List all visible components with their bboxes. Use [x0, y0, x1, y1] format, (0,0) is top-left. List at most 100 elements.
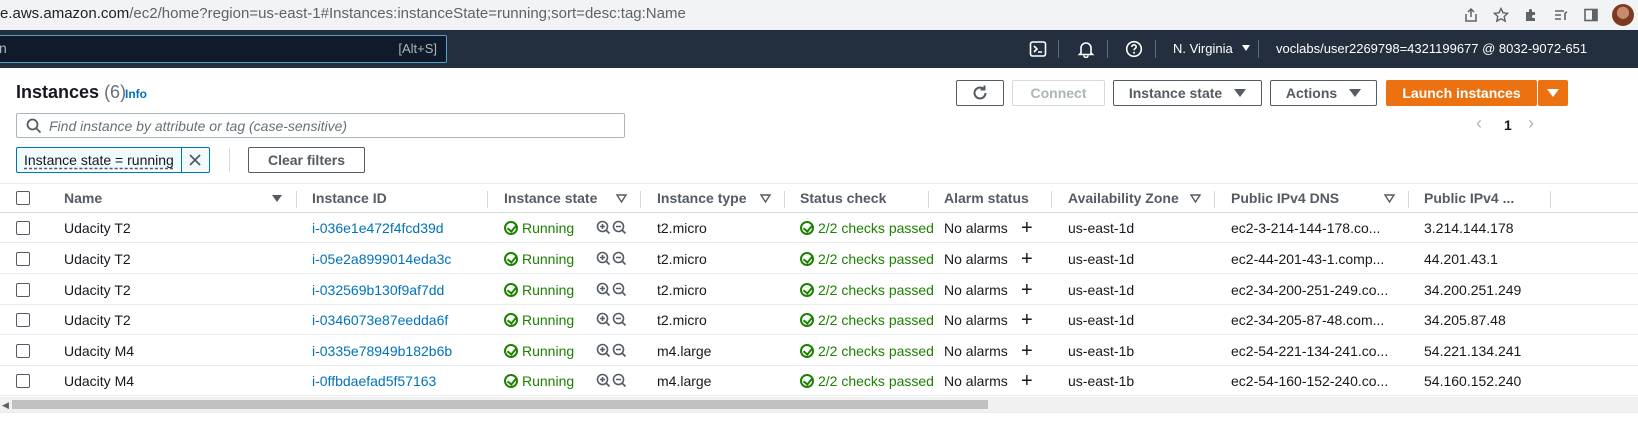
column-resizer[interactable]	[296, 191, 297, 208]
help-icon[interactable]	[1123, 38, 1145, 60]
filter-token-label[interactable]: Instance state = running	[17, 148, 182, 172]
region-selector[interactable]: N. Virginia	[1173, 41, 1251, 56]
status-check-text: 2/2 checks passed	[818, 282, 934, 298]
search-input[interactable]: n [Alt+S]	[0, 35, 447, 63]
column-header-availability-zone[interactable]: Availability Zone	[1068, 190, 1179, 206]
aws-top-nav: n [Alt+S] N. Virginia voclabs/user226979…	[0, 30, 1638, 68]
instance-count: (6)	[104, 82, 127, 102]
column-header-name[interactable]: Name	[64, 190, 102, 206]
table-row[interactable]: Udacity M4 i-0335e78949b182b6b Running m…	[0, 336, 1638, 366]
instance-state-text: Running	[522, 373, 575, 389]
column-header-status-check[interactable]: Status check	[800, 190, 886, 206]
account-menu[interactable]: voclabs/user2269798=4321199677 @ 8032-90…	[1276, 41, 1587, 56]
column-resizer[interactable]	[1214, 191, 1215, 208]
zoom-in-out-icon[interactable]	[596, 343, 630, 359]
reading-list-icon[interactable]	[1546, 0, 1576, 30]
cell-instance-type: t2.micro	[657, 220, 707, 236]
cell-instance-id-link[interactable]: i-032569b130f9af7dd	[312, 282, 444, 298]
column-resizer[interactable]	[1408, 191, 1409, 208]
actions-dropdown[interactable]: Actions	[1270, 80, 1377, 106]
column-resizer[interactable]	[784, 191, 785, 208]
previous-page-icon[interactable]: ‹	[1476, 113, 1482, 134]
info-link[interactable]: Info	[125, 87, 147, 101]
column-resizer[interactable]	[928, 191, 929, 208]
row-checkbox[interactable]	[16, 283, 30, 297]
clear-filters-button[interactable]: Clear filters	[248, 147, 365, 173]
add-alarm-plus-icon[interactable]: +	[1021, 341, 1033, 361]
zoom-in-out-icon[interactable]	[596, 282, 630, 298]
browser-address-bar[interactable]: e.aws.amazon.com/ec2/home?region=us-east…	[0, 0, 1638, 30]
sort-desc-icon[interactable]	[272, 195, 282, 202]
row-checkbox[interactable]	[16, 313, 30, 327]
add-alarm-plus-icon[interactable]: +	[1021, 310, 1033, 330]
url-host: e.aws.amazon.com	[0, 5, 130, 22]
add-alarm-plus-icon[interactable]: +	[1021, 249, 1033, 269]
cell-instance-id-link[interactable]: i-05e2a8999014eda3c	[312, 251, 451, 267]
sort-icon[interactable]	[760, 194, 771, 203]
column-header-alarm-status[interactable]: Alarm status	[944, 190, 1029, 206]
column-header-public-ipv4[interactable]: Public IPv4 ...	[1424, 190, 1514, 206]
filter-token[interactable]: Instance state = running	[16, 147, 210, 173]
page-number[interactable]: 1	[1504, 117, 1512, 133]
instance-state-dropdown[interactable]: Instance state	[1113, 80, 1262, 106]
cell-instance-state: Running	[504, 373, 574, 389]
column-resizer[interactable]	[1051, 191, 1052, 208]
caret-down-icon	[1547, 89, 1559, 97]
notifications-bell-icon[interactable]	[1075, 38, 1097, 60]
scroll-left-arrow-icon[interactable]: ◀	[2, 400, 9, 411]
share-icon[interactable]	[1456, 0, 1486, 30]
instance-state-text: Running	[522, 251, 575, 267]
connect-button[interactable]: Connect	[1012, 80, 1105, 106]
horizontal-scrollbar[interactable]: ◀	[0, 397, 1638, 412]
sort-icon[interactable]	[1190, 194, 1201, 203]
row-checkbox[interactable]	[16, 221, 30, 235]
row-checkbox[interactable]	[16, 344, 30, 358]
refresh-button[interactable]	[956, 80, 1004, 106]
column-header-instance-id[interactable]: Instance ID	[312, 190, 387, 206]
zoom-in-out-icon[interactable]	[596, 251, 630, 267]
cloudshell-icon[interactable]	[1027, 38, 1049, 60]
cell-instance-id-link[interactable]: i-0335e78949b182b6b	[312, 343, 452, 359]
table-row[interactable]: Udacity T2 i-032569b130f9af7dd Running t…	[0, 275, 1638, 305]
zoom-in-out-icon[interactable]	[596, 312, 630, 328]
scrollbar-thumb[interactable]	[12, 400, 988, 409]
url-text[interactable]: e.aws.amazon.com/ec2/home?region=us-east…	[0, 5, 686, 22]
instance-filter-input[interactable]: Find instance by attribute or tag (case-…	[16, 113, 625, 138]
sort-icon[interactable]	[616, 194, 627, 203]
column-header-instance-state[interactable]: Instance state	[504, 190, 597, 206]
cell-instance-id-link[interactable]: i-0ffbdaefad5f57163	[312, 373, 436, 389]
table-row[interactable]: Udacity M4 i-0ffbdaefad5f57163 Running m…	[0, 366, 1638, 396]
table-row[interactable]: Udacity T2 i-05e2a8999014eda3c Running t…	[0, 244, 1638, 274]
cell-public-ipv4: 34.200.251.249	[1424, 282, 1522, 298]
add-alarm-plus-icon[interactable]: +	[1021, 218, 1033, 238]
next-page-icon[interactable]: ›	[1528, 113, 1534, 134]
table-row[interactable]: Udacity T2 i-036e1e472f4fcd39d Running t…	[0, 213, 1638, 243]
launch-instances-button[interactable]: Launch instances	[1386, 80, 1537, 106]
nav-divider	[1058, 40, 1059, 58]
cell-alarm-status: No alarms	[944, 373, 1008, 389]
column-resizer[interactable]	[1550, 191, 1551, 208]
row-checkbox[interactable]	[16, 252, 30, 266]
launch-instances-dropdown[interactable]	[1538, 80, 1568, 106]
column-header-instance-type[interactable]: Instance type	[657, 190, 746, 206]
profile-avatar[interactable]	[1612, 4, 1634, 26]
cell-instance-id-link[interactable]: i-0346073e87eedda6f	[312, 312, 448, 328]
status-check-text: 2/2 checks passed	[818, 251, 934, 267]
cell-alarm-status: No alarms	[944, 220, 1008, 236]
bookmark-star-icon[interactable]	[1486, 0, 1516, 30]
row-checkbox[interactable]	[16, 374, 30, 388]
cell-instance-id-link[interactable]: i-036e1e472f4fcd39d	[312, 220, 444, 236]
add-alarm-plus-icon[interactable]: +	[1021, 280, 1033, 300]
add-alarm-plus-icon[interactable]: +	[1021, 371, 1033, 391]
column-resizer[interactable]	[640, 191, 641, 208]
side-panel-icon[interactable]	[1576, 0, 1606, 30]
zoom-in-out-icon[interactable]	[596, 220, 630, 236]
column-header-public-dns[interactable]: Public IPv4 DNS	[1231, 190, 1339, 206]
table-row[interactable]: Udacity T2 i-0346073e87eedda6f Running t…	[0, 305, 1638, 335]
extensions-icon[interactable]	[1516, 0, 1546, 30]
sort-icon[interactable]	[1384, 194, 1395, 203]
select-all-checkbox[interactable]	[16, 191, 30, 205]
column-resizer[interactable]	[487, 191, 488, 208]
remove-filter-button[interactable]	[182, 148, 209, 172]
zoom-in-out-icon[interactable]	[596, 373, 630, 389]
